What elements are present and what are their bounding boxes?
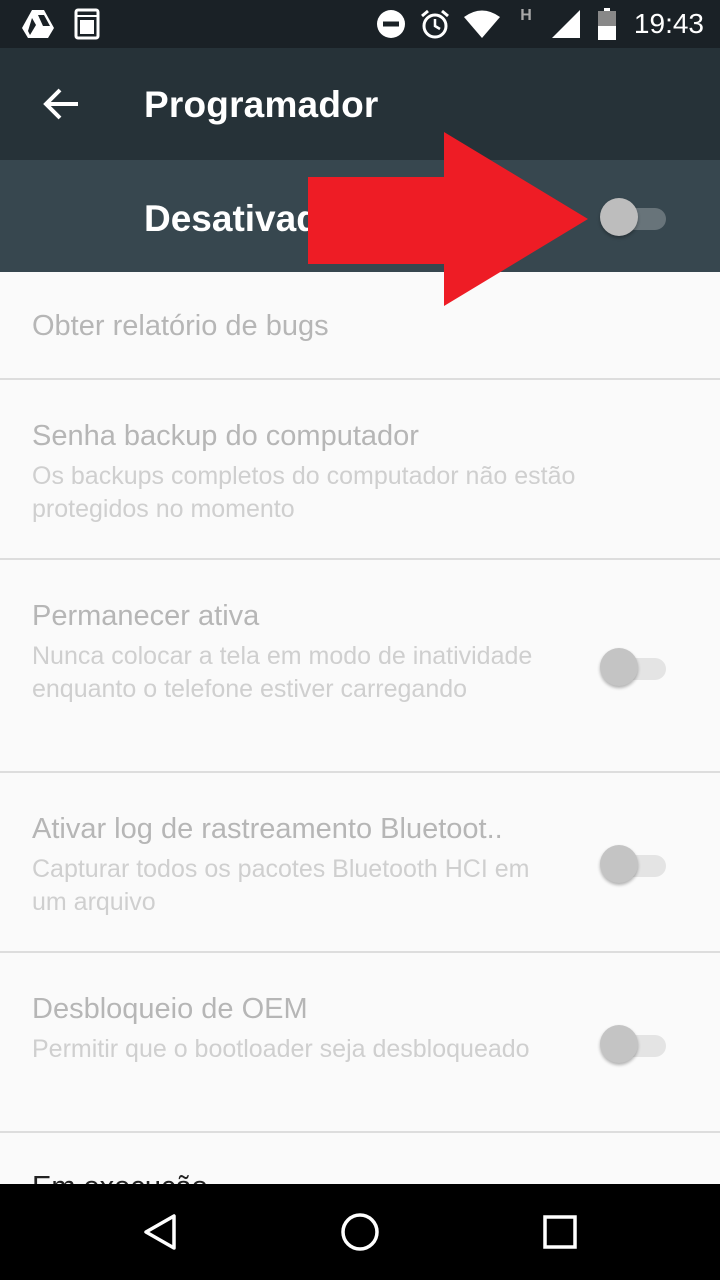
switch-thumb [600, 648, 638, 686]
home-circle-icon[interactable] [336, 1208, 384, 1256]
list-item-title: Ativar log de rastreamento Bluetoot.. [32, 813, 503, 845]
master-toggle-switch[interactable] [600, 196, 666, 236]
navigation-bar [0, 1184, 720, 1280]
drive-icon [18, 0, 58, 48]
status-bar: H 19:43 [0, 0, 720, 48]
list-item-stay-awake[interactable]: Permanecer ativa Nunca colocar a tela em… [0, 560, 720, 773]
list-item-oem-unlock[interactable]: Desbloqueio de OEM Permitir que o bootlo… [0, 953, 720, 1133]
alarm-icon [418, 0, 452, 48]
list-item-bluetooth-log[interactable]: Ativar log de rastreamento Bluetoot.. Ca… [0, 773, 720, 953]
settings-list: Obter relatório de bugs Senha backup do … [0, 272, 720, 1253]
bluetooth-log-switch[interactable] [600, 843, 666, 883]
switch-thumb [600, 845, 638, 883]
list-item-title: Permanecer ativa [32, 600, 260, 632]
switch-thumb [600, 198, 638, 236]
signal-icon [548, 0, 584, 48]
list-item-subtitle: Permitir que o bootloader seja desbloque… [32, 1035, 530, 1063]
list-item-subtitle: Os backups completos do computador não e… [32, 462, 576, 523]
bag-icon [70, 0, 104, 48]
stay-awake-switch[interactable] [600, 646, 666, 686]
list-item-backup-password[interactable]: Senha backup do computador Os backups co… [0, 380, 720, 560]
status-time: 19:43 [633, 8, 704, 39]
h-network-icon: H [520, 7, 532, 24]
do-not-disturb-icon [374, 0, 408, 48]
page-title: Programador [144, 84, 379, 125]
battery-icon [596, 0, 618, 48]
oem-unlock-switch[interactable] [600, 1023, 666, 1063]
recents-square-icon[interactable] [536, 1208, 584, 1256]
list-item-title: Desbloqueio de OEM [32, 993, 308, 1025]
switch-thumb [600, 1025, 638, 1063]
list-item-subtitle: Nunca colocar a tela em modo de inativid… [32, 642, 533, 703]
wifi-icon [462, 0, 502, 48]
back-triangle-icon[interactable] [136, 1208, 184, 1256]
list-item-title: Obter relatório de bugs [32, 310, 329, 342]
list-item-bug-report[interactable]: Obter relatório de bugs [0, 272, 720, 380]
list-item-subtitle: Capturar todos os pacotes Bluetooth HCI … [32, 855, 530, 916]
list-item-title: Senha backup do computador [32, 420, 419, 452]
arrow-back-icon[interactable] [32, 74, 92, 134]
